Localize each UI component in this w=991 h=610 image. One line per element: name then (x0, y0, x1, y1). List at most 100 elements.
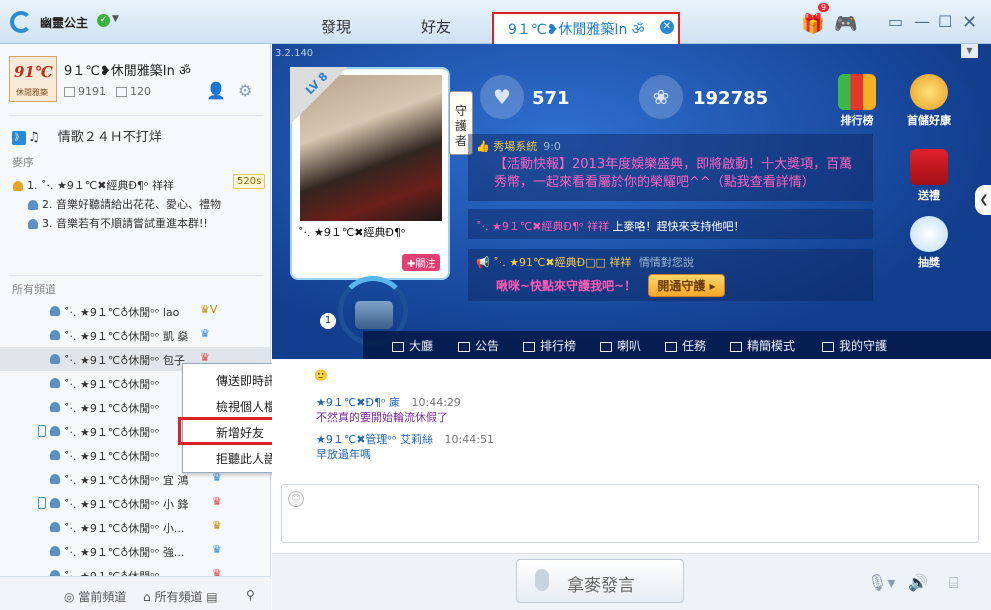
treasure-level: 1 (320, 313, 336, 329)
performer-card[interactable]: LV 8 ˚·. ★9１℃✖經典Ð¶ᵒ ✚關注 (290, 67, 450, 280)
channel-user-name: ˚·. ★9１℃♁休閒ᵒᵒ 小 鋒 (64, 498, 189, 511)
member-count: 120 (116, 85, 151, 98)
play-icon (392, 341, 404, 352)
search-icon[interactable]: ⚲ (246, 588, 255, 602)
expand-sidebar-icon[interactable]: ❮ (975, 185, 991, 215)
channel-user-name: ˚·. ★9１℃♁休閒ᵒᵒ (64, 378, 160, 391)
queue-label: 麥序 (12, 156, 34, 169)
mobile-icon (38, 497, 46, 509)
first-deposit-button[interactable]: 首儲好康 (902, 74, 956, 128)
tab-friends[interactable]: 好友 (421, 16, 451, 37)
queue-item[interactable]: 1. ˚·. ★9１℃✖經典Ð¶ᵒ 祥祥 (13, 177, 174, 193)
flower-icon: ❀ (639, 75, 683, 119)
gamepad-icon[interactable]: 🎮 (834, 12, 858, 35)
tab-current-channel[interactable]: ◎ 當前頻道 (64, 588, 126, 605)
my-guard-button[interactable]: 我的守護 (822, 337, 887, 354)
maximize-icon[interactable]: ☐ (938, 12, 952, 31)
lottery-button[interactable]: 抽獎 (902, 216, 956, 270)
left-panel: 91℃ 休閒雅築 9１℃❥休閒雅築In ॐ 9191 120 👤 ⚙ 》 ♫ 情歌… (0, 44, 271, 610)
room-avatar-logo: 91℃ (14, 63, 53, 81)
chat-area: 🙂 ★9１℃✖Ð¶ᵒ 㢀 10:44:29 不然真的要開始輪流休假了 ★9１℃✖… (272, 359, 991, 610)
close-tab-icon[interactable]: ✕ (660, 20, 674, 34)
speaker-volume-icon[interactable]: 🔊 (908, 573, 928, 592)
compact-mode-button[interactable]: 精簡模式 (730, 337, 795, 354)
open-guard-button[interactable]: 開通守護 ▸ (648, 274, 725, 297)
mic-timer: 520s (233, 174, 266, 189)
announcement-header: 👍 秀場系統 9:0 (476, 140, 561, 153)
app-logo-icon (10, 11, 32, 33)
heart-count: 571 (532, 88, 570, 109)
chest-icon (355, 301, 393, 329)
chat-emoji-icon: 🙂 (314, 369, 328, 382)
vip-badge-icon: ♛ (200, 327, 210, 340)
leaderboard-button[interactable]: 排行榜 (523, 337, 576, 354)
channel-user-row[interactable]: ˚·. ★9１℃♁休閒ᵒᵒ lao ♛V (0, 299, 270, 323)
voicemail-icon[interactable]: ⌸ (949, 573, 959, 593)
gift-count-badge: 9 (818, 3, 830, 12)
online-status-icon[interactable]: ✓ (97, 14, 110, 27)
horn-icon (600, 341, 612, 352)
horn-button[interactable]: 喇叭 (600, 337, 641, 354)
vip-badge-icon: ♛ (212, 543, 222, 556)
guard-notice-user: 📢 ˚·. ★91℃✖經典Ð□□ 祥祥 情情對您說 (476, 256, 694, 269)
list-icon (523, 341, 535, 352)
gift-box-icon (910, 149, 948, 185)
banner-toolbar: 大廳 公告 排行榜 喇叭 任務 精簡模式 我的守護 S 0 儲值 (363, 331, 991, 359)
user-icon (50, 546, 60, 556)
user-icon (50, 474, 60, 484)
tab-current-room[interactable]: 9１℃❥休閒雅築In ॐ ✕ (492, 12, 680, 44)
user-icon (50, 330, 60, 340)
announcement-body: 【活動快報】2013年度娛樂盛典，即將啟動！十大獎項，百萬秀幣，一起來看看屬於你… (494, 157, 853, 190)
tab-discover[interactable]: 發現 (321, 16, 351, 37)
title-bar: 幽靈公主 ✓ ▼ 發現 好友 9１℃❥休閒雅築In ॐ ✕ 🎁 9 🎮 ▭ — … (0, 0, 991, 44)
chat-input[interactable]: ☺ (281, 484, 979, 543)
vip-badge-icon: ♛ (212, 519, 222, 532)
channel-user-row[interactable]: ˚·. ★9１℃♁休閒ᵒᵒ 凱 燊 ♛ (0, 323, 270, 347)
channels-label: 所有頻道 (12, 283, 56, 296)
emoji-icon[interactable]: ☺ (288, 491, 304, 507)
notice-button[interactable]: 公告 (458, 337, 499, 354)
chat-message-text: 早放過年嗎 (316, 448, 371, 461)
music-note-icon: ♫ (28, 130, 40, 145)
speaker-icon (13, 181, 23, 191)
channel-user-row[interactable]: ˚·. ★9１℃♁休閒ᵒᵒ 小 鋒 ♛ (0, 491, 270, 515)
queue-item[interactable]: 2. 音樂好聽請給出花花、愛心、禮物 (28, 196, 221, 212)
add-user-icon[interactable]: 👤 (206, 81, 226, 100)
settings-gear-icon[interactable]: ⚙ (238, 81, 252, 100)
tasks-button[interactable]: 任務 (665, 337, 706, 354)
channel-user-name: ˚·. ★9１℃♁休閒ᵒᵒ 強... (64, 546, 185, 559)
channel-user-name: ˚·. ★9１℃♁休閒ᵒᵒ 包子 (64, 354, 185, 367)
tab-all-channels[interactable]: ⌂ 所有頻道 ▤ (143, 588, 218, 605)
queue-item[interactable]: 3. 音樂若有不順請嘗試重進本群!! (28, 215, 208, 231)
ranking-button[interactable]: 排行榜 (830, 74, 884, 128)
minimize-icon[interactable]: — (914, 12, 930, 31)
mini-mode-icon[interactable]: ▭ (888, 12, 903, 31)
take-mic-button[interactable]: 拿麥發言 (516, 559, 684, 603)
gift-icon[interactable]: 🎁 (801, 12, 825, 35)
channel-user-row[interactable]: ˚·. ★9１℃♁休閒ᵒᵒ 強... ♛ (0, 539, 270, 563)
user-icon (50, 354, 60, 364)
username[interactable]: 幽靈公主 (40, 14, 88, 31)
send-gift-button[interactable]: 送禮 (902, 149, 956, 203)
follow-button[interactable]: ✚關注 (402, 254, 441, 271)
mic-settings-icon[interactable]: 🎙▾ (867, 573, 895, 592)
flower-count: 192785 (693, 88, 769, 109)
user-icon (50, 450, 60, 460)
gold-pot-icon (910, 74, 948, 110)
lottery-icon (910, 216, 948, 252)
status-dropdown-icon[interactable]: ▼ (112, 14, 119, 24)
lobby-button[interactable]: 大廳 (392, 337, 433, 354)
music-topic-text: 情歌２４Ｈ不打烊 (57, 130, 162, 145)
music-topic[interactable]: 》 ♫ 情歌２４Ｈ不打烊 (12, 126, 162, 145)
announcement[interactable]: 👍 秀場系統 9:0 【活動快報】2013年度娛樂盛典，即將啟動！十大獎項，百萬秀… (468, 134, 873, 201)
collapse-icon[interactable]: ▼ (961, 44, 978, 58)
room-avatar[interactable]: 91℃ 休閒雅築 (9, 56, 57, 102)
chat-message-header: ★9１℃✖Ð¶ᵒ 㢀 10:44:29 (316, 396, 461, 409)
channel-user-name: ˚·. ★9１℃♁休閒ᵒᵒ 宜 鴻 (64, 474, 189, 487)
close-icon[interactable]: ✕ (962, 12, 977, 33)
channel-user-name: ˚·. ★9１℃♁休閒ᵒᵒ lao (64, 306, 180, 319)
user-icon (50, 378, 60, 388)
channel-user-row[interactable]: ˚·. ★9１℃♁休閒ᵒᵒ 小... ♛ (0, 515, 270, 539)
guard-notice: 📢 ˚·. ★91℃✖經典Ð□□ 祥祥 情情對您說 啾咪~快點來守護我吧~！ 開… (468, 249, 873, 301)
performer-name: ˚·. ★9１℃✖經典Ð¶ᵒ (298, 226, 406, 239)
